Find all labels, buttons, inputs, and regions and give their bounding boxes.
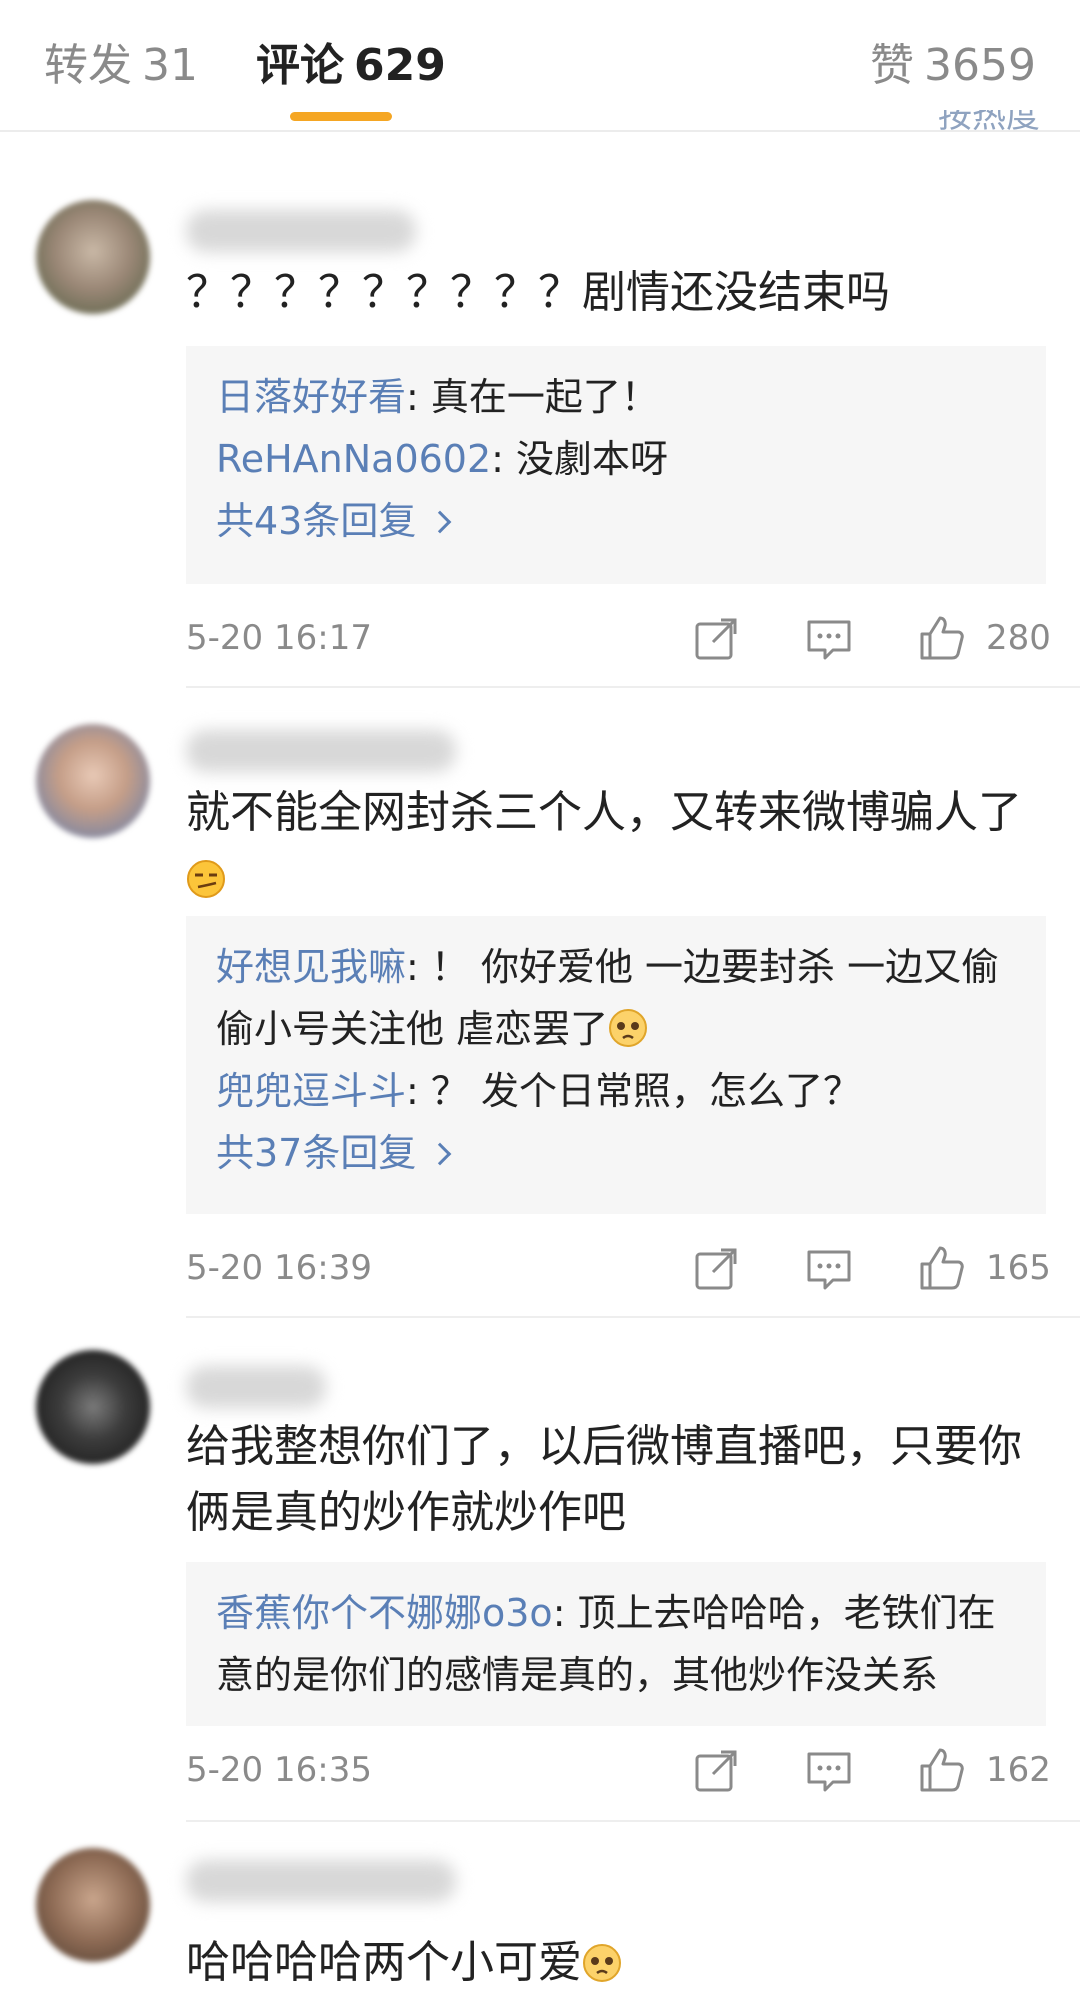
view-more-replies[interactable]: 共43条回复 xyxy=(216,490,1016,552)
avatar[interactable] xyxy=(36,1350,150,1464)
reply-username[interactable]: 兜兜逗斗斗 xyxy=(216,1069,406,1113)
comment-icon[interactable] xyxy=(803,1744,855,1796)
like-count: 165 xyxy=(986,1248,1051,1288)
pleading-emoji-icon xyxy=(583,1944,621,1982)
timestamp: 5-20 16:39 xyxy=(186,1248,372,1288)
username-blurred[interactable] xyxy=(186,730,456,772)
divider xyxy=(186,686,1080,688)
reply-username[interactable]: 日落好好看 xyxy=(216,375,406,419)
reply-box[interactable]: 好想见我嘛: ！ 你好爱他 一边要封杀 一边又偷偷小号关注他 虐恋罢了 兜兜逗斗… xyxy=(186,916,1046,1214)
comment-icon[interactable] xyxy=(803,1242,855,1294)
reply-username[interactable]: 香蕉你个不娜娜o3o xyxy=(216,1591,553,1635)
like-count: 162 xyxy=(986,1750,1051,1790)
comment-meta: 5-20 16:17 280 xyxy=(186,608,1051,668)
username-blurred[interactable] xyxy=(186,1366,326,1408)
comment-text-content: 哈哈哈哈两个小可爱 xyxy=(186,1937,582,1988)
reply-text: : 没劇本呀 xyxy=(491,437,669,481)
active-tab-indicator xyxy=(290,112,392,121)
reply-text: : ？ 发个日常照，怎么了？ xyxy=(406,1069,861,1113)
chevron-right-icon xyxy=(429,510,452,534)
avatar[interactable] xyxy=(36,200,150,314)
comment-text-content: 就不能全网封杀三个人，又转来微博骗人了 xyxy=(186,787,1022,838)
comment-text: 就不能全网封杀三个人，又转来微博骗人了 xyxy=(186,780,1046,912)
tab-comment-label: 评论 xyxy=(256,40,344,91)
view-more-label: 共43条回复 xyxy=(216,499,417,543)
divider xyxy=(186,1316,1080,1318)
pleading-emoji-icon xyxy=(609,1009,648,1047)
timestamp: 5-20 16:35 xyxy=(186,1750,372,1790)
tab-comment[interactable]: 评论 629 xyxy=(256,38,446,94)
comment-text: ？？？？？？？？？剧情还没结束吗 xyxy=(186,267,890,318)
smirk-emoji-icon xyxy=(187,860,225,898)
sort-by-hot-button[interactable]: 按热度 xyxy=(938,110,1040,134)
comment-meta: 5-20 16:39 165 xyxy=(186,1238,1051,1298)
tab-repost-count: 31 xyxy=(142,40,198,91)
comments-page: 转发 31 评论 629 赞 3659 按热度 ？？？？？？？？？剧情还没结束吗 日落… xyxy=(0,0,1080,2010)
share-icon[interactable] xyxy=(691,612,743,664)
tab-bar: 转发 31 评论 629 赞 3659 按热度 xyxy=(0,0,1080,134)
tab-repost-label: 转发 xyxy=(44,40,132,91)
reply-text: : 真在一起了！ xyxy=(406,375,659,419)
username-blurred[interactable] xyxy=(186,210,416,252)
share-icon[interactable] xyxy=(691,1242,743,1294)
reply-item: 日落好好看: 真在一起了！ xyxy=(216,366,1016,428)
tab-like[interactable]: 赞 3659 xyxy=(870,38,1036,94)
comment-text: 哈哈哈哈两个小可爱 xyxy=(186,1930,1046,1996)
reply-box[interactable]: 香蕉你个不娜娜o3o: 顶上去哈哈哈，老铁们在意的是你们的感情是真的，其他炒作没… xyxy=(186,1562,1046,1726)
comment-meta: 5-20 16:35 162 xyxy=(186,1740,1051,1800)
tab-repost[interactable]: 转发 31 xyxy=(44,38,198,94)
chevron-right-icon xyxy=(429,1142,452,1166)
reply-box[interactable]: 日落好好看: 真在一起了！ ReHAnNa0602: 没劇本呀 共43条回复 xyxy=(186,346,1046,584)
reply-item: 好想见我嘛: ！ 你好爱他 一边要封杀 一边又偷偷小号关注他 虐恋罢了 xyxy=(216,936,1016,1060)
reply-item: 香蕉你个不娜娜o3o: 顶上去哈哈哈，老铁们在意的是你们的感情是真的，其他炒作没… xyxy=(216,1582,1016,1706)
view-more-replies[interactable]: 共37条回复 xyxy=(216,1122,1016,1184)
comment-icon[interactable] xyxy=(803,612,855,664)
tab-comment-count: 629 xyxy=(354,40,446,91)
reply-item: ReHAnNa0602: 没劇本呀 xyxy=(216,428,1016,490)
reply-username[interactable]: ReHAnNa0602 xyxy=(216,437,491,481)
thumbs-up-icon[interactable] xyxy=(916,612,968,664)
comment-text: 给我整想你们了，以后微博直播吧，只要你俩是真的炒作就炒作吧 xyxy=(186,1421,1022,1538)
thumbs-up-icon[interactable] xyxy=(916,1744,968,1796)
like-count: 280 xyxy=(986,618,1051,658)
avatar[interactable] xyxy=(36,1848,150,1962)
username-blurred[interactable] xyxy=(186,1860,456,1902)
avatar[interactable] xyxy=(36,724,150,838)
thumbs-up-icon[interactable] xyxy=(916,1242,968,1294)
share-icon[interactable] xyxy=(691,1744,743,1796)
reply-username[interactable]: 好想见我嘛 xyxy=(216,945,406,989)
reply-item: 兜兜逗斗斗: ？ 发个日常照，怎么了？ xyxy=(216,1060,1016,1122)
tab-like-count: 3659 xyxy=(924,40,1036,91)
timestamp: 5-20 16:17 xyxy=(186,618,372,658)
view-more-label: 共37条回复 xyxy=(216,1131,417,1175)
tab-like-label: 赞 xyxy=(870,40,915,91)
divider xyxy=(186,1820,1080,1822)
